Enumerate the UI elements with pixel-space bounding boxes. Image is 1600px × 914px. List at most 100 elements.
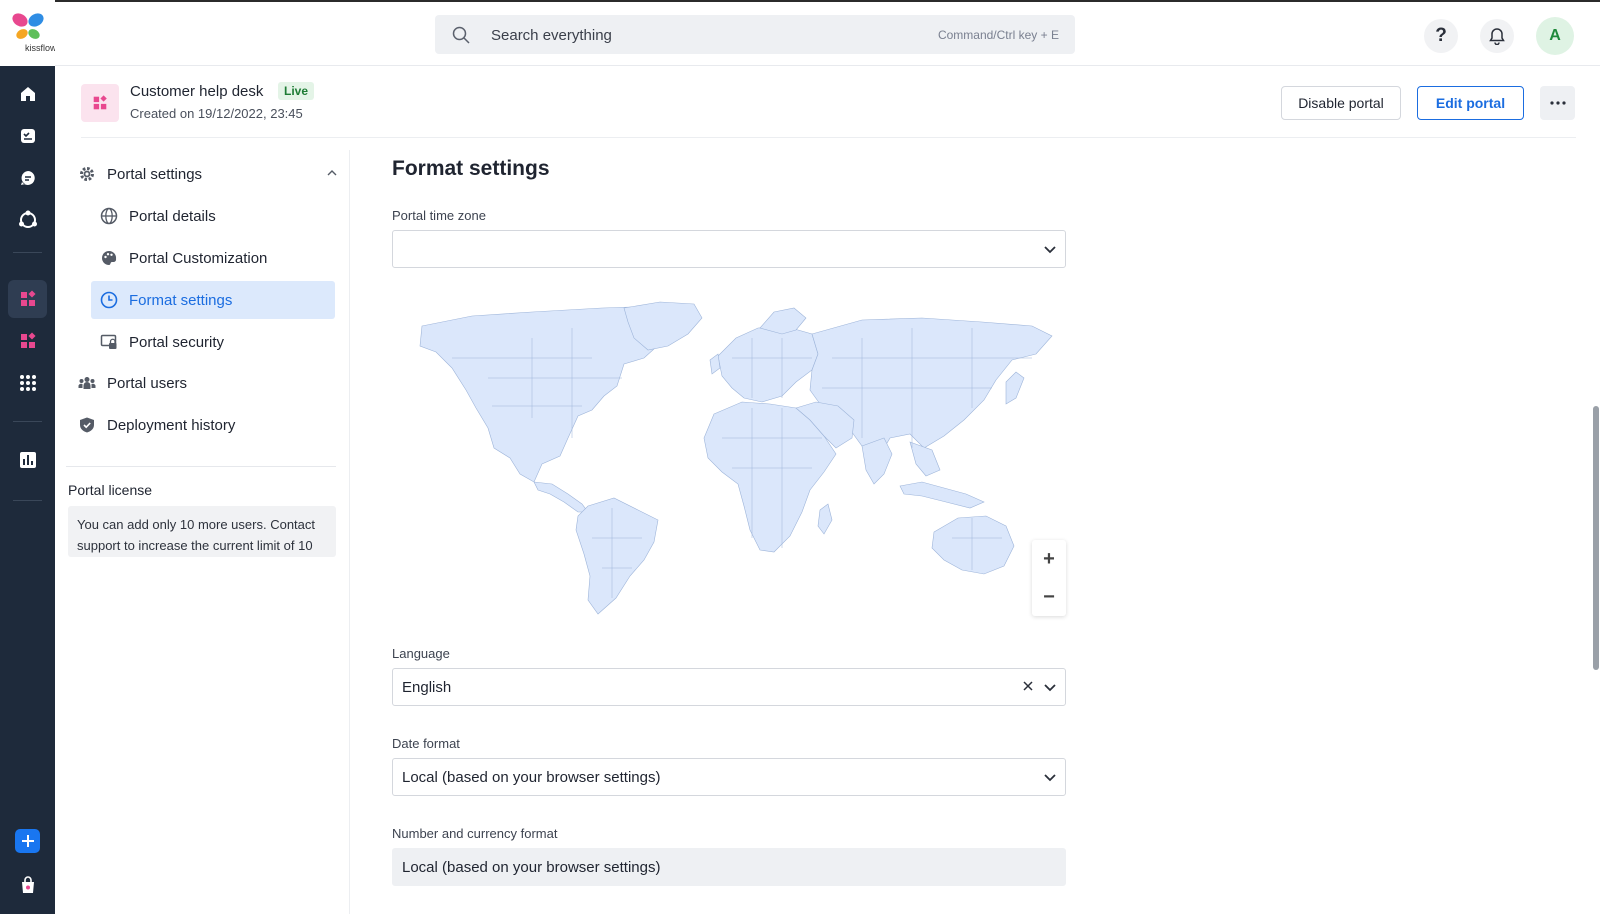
zoom-out-button[interactable]: − (1032, 578, 1066, 616)
sidebar-item-portal-security[interactable]: Portal security (91, 323, 335, 361)
bell-icon (1489, 28, 1505, 45)
portal-license-title: Portal license (68, 482, 153, 498)
community-icon (18, 210, 37, 228)
search-icon (452, 26, 470, 44)
sidebar-item-label: Portal details (129, 207, 216, 225)
notifications-button[interactable] (1480, 19, 1514, 53)
map-madagascar (817, 503, 833, 535)
clock-icon (99, 290, 119, 310)
page-title: Format settings (392, 157, 550, 180)
map-indonesia (899, 481, 985, 509)
nav-divider (66, 466, 336, 467)
scrollbar-thumb[interactable] (1593, 406, 1599, 670)
sidebar-item-label: Portal Customization (129, 249, 268, 267)
tasks-icon (20, 129, 35, 143)
chevron-down-icon (1044, 246, 1056, 254)
rail-divider (13, 252, 42, 253)
portal-icon (20, 290, 36, 306)
disable-portal-button[interactable]: Disable portal (1281, 86, 1401, 120)
sidebar-item-deployment-history[interactable]: Deployment history (77, 406, 337, 444)
sidebar-item-portal-details[interactable]: Portal details (91, 197, 335, 235)
date-format-select[interactable]: Local (based on your browser settings) (392, 758, 1066, 796)
clear-icon[interactable] (1021, 679, 1035, 693)
number-format-field: Local (based on your browser settings) (392, 848, 1066, 886)
number-format-label: Number and currency format (392, 826, 558, 841)
chevron-down-icon (1044, 684, 1056, 692)
language-label: Language (392, 646, 450, 661)
map-india (861, 437, 893, 485)
analytics-button[interactable] (8, 441, 47, 479)
plus-icon (21, 835, 34, 847)
date-format-value: Local (based on your browser settings) (402, 769, 661, 786)
sidebar-item-label: Portal security (129, 333, 225, 351)
portal-title: Customer help desk (130, 83, 264, 100)
tasks-button[interactable] (8, 117, 47, 155)
help-icon: ? (1435, 25, 1447, 46)
sidebar-item-label: Deployment history (107, 416, 236, 434)
sidebar-item-label: Format settings (129, 291, 233, 309)
logo[interactable]: kissflow (0, 0, 57, 66)
chevron-up-icon (327, 170, 337, 176)
chat-button[interactable] (8, 159, 47, 197)
number-format-value: Local (based on your browser settings) (402, 859, 661, 876)
rail-divider (13, 500, 42, 501)
portal-app-icon (81, 84, 119, 122)
edit-portal-button[interactable]: Edit portal (1417, 86, 1524, 120)
lock-screen-icon (99, 332, 119, 352)
portals-button[interactable] (8, 280, 47, 318)
map-central-america (533, 481, 589, 513)
language-select[interactable]: English (392, 668, 1066, 706)
map-south-america (575, 497, 659, 615)
sidebar-item-portal-customization[interactable]: Portal Customization (91, 239, 335, 277)
palette-icon (99, 248, 119, 268)
help-button[interactable]: ? (1424, 19, 1458, 53)
map-uk (709, 353, 721, 375)
status-badge: Live (278, 82, 315, 100)
search-input[interactable]: Search everything (491, 27, 612, 44)
top-bar: Search everything Command/Ctrl key + E ?… (55, 0, 1600, 66)
user-avatar[interactable]: A (1536, 17, 1574, 55)
section-label: Portal settings (107, 165, 203, 183)
language-value: English (402, 679, 452, 696)
apps-button[interactable] (8, 322, 47, 360)
shield-icon (77, 415, 97, 435)
chat-icon (20, 171, 35, 185)
marketplace-button[interactable] (8, 866, 47, 904)
settings-nav: Portal settings Portal details Portal Cu… (66, 150, 350, 914)
users-icon (77, 373, 97, 393)
portal-license-info: You can add only 10 more users. Contact … (68, 506, 336, 557)
timezone-world-map[interactable] (392, 298, 1066, 628)
grid-icon (19, 375, 36, 391)
sidebar-item-portal-users[interactable]: Portal users (77, 364, 337, 402)
community-button[interactable] (8, 201, 47, 239)
search-shortcut-hint: Command/Ctrl key + E (937, 28, 1059, 42)
kissflow-logo-icon (12, 13, 44, 39)
all-apps-button[interactable] (8, 364, 47, 402)
portal-header: Customer help desk Live Created on 19/12… (81, 66, 1576, 138)
sidebar-item-format-settings[interactable]: Format settings (91, 281, 335, 319)
map-australia (931, 515, 1015, 575)
chart-icon (19, 452, 36, 468)
portal-icon (93, 95, 107, 110)
portal-settings-section[interactable]: Portal settings (77, 155, 337, 193)
home-button[interactable] (8, 75, 47, 113)
more-horizontal-icon (1549, 101, 1566, 105)
app-rail: kissflow (0, 0, 57, 914)
created-date: Created on 19/12/2022, 23:45 (130, 106, 303, 121)
global-search[interactable]: Search everything Command/Ctrl key + E (435, 15, 1075, 54)
gear-icon (77, 164, 97, 184)
app-icon (20, 332, 36, 348)
chevron-down-icon (1044, 774, 1056, 782)
rail-divider (13, 421, 42, 422)
map-japan (1005, 371, 1025, 405)
home-icon (20, 87, 35, 101)
timezone-label: Portal time zone (392, 208, 486, 223)
globe-icon (99, 206, 119, 226)
timezone-select[interactable] (392, 230, 1066, 268)
page-scrollbar[interactable] (1592, 150, 1600, 914)
map-zoom-controls: + − (1032, 540, 1066, 616)
create-button[interactable] (15, 829, 40, 853)
zoom-in-button[interactable]: + (1032, 540, 1066, 578)
map-europe (717, 325, 819, 403)
more-options-button[interactable] (1540, 86, 1575, 120)
